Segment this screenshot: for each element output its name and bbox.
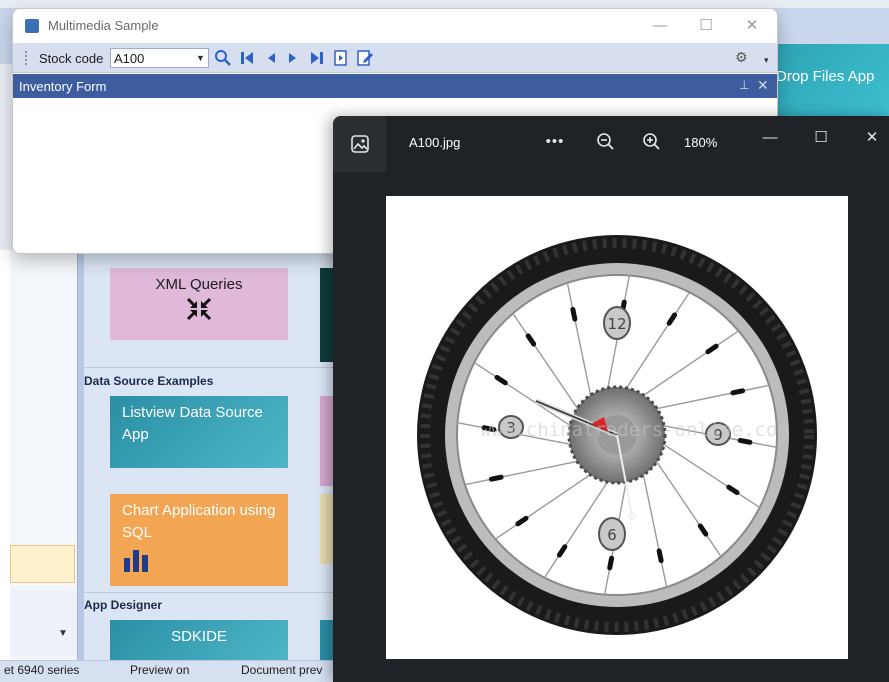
panel-title: Inventory Form [19,79,107,94]
nav-combo[interactable] [10,590,77,656]
new-record-icon[interactable] [331,48,351,68]
zoom-in-icon[interactable] [640,130,662,154]
spoke-nipple [607,555,615,571]
chevron-down-icon[interactable]: ▼ [196,53,205,63]
svg-text:12: 12 [607,315,626,333]
photos-viewer-window: A100.jpg ••• 180% — ☐ ✕ 12 3 6 9 www.chi… [333,116,889,682]
toolbar: Stock code ▼ ⚙ ▾ [13,43,777,73]
search-icon[interactable] [213,48,233,68]
previous-record-icon[interactable] [261,48,281,68]
tile-partial[interactable] [320,396,334,486]
zoom-out-icon[interactable] [594,130,616,154]
tile-chart-application[interactable]: Chart Application using SQL [110,494,288,586]
spoke-nipple [730,388,746,396]
tile-label: Chart Application using SQL [122,502,276,541]
zoom-level[interactable]: 180% [684,135,717,150]
wheel-clock-image: 12 3 6 9 www.chinatraders-online.com [417,235,817,635]
image-icon [351,135,369,153]
app-icon [25,19,39,33]
tile-label: XML Queries [155,276,243,293]
file-name: A100.jpg [409,135,461,150]
tile-partial[interactable] [320,494,334,564]
close-icon[interactable]: ✕ [757,77,769,94]
selected-nav-item[interactable] [10,545,75,583]
svg-text:6: 6 [607,526,617,544]
more-options-button[interactable]: ••• [540,130,570,154]
status-document-preview: Document prev [241,663,323,677]
group-header-app-designer: App Designer [84,598,163,612]
maximize-button[interactable]: ☐ [798,124,844,152]
last-record-icon[interactable] [307,48,327,68]
image-gallery-button[interactable] [333,116,386,172]
minimize-button[interactable]: — [747,124,793,152]
close-button[interactable]: ✕ [849,124,889,152]
clock-number-12: 12 [603,306,631,340]
maximize-button[interactable]: ☐ [683,9,729,43]
close-button[interactable]: ✕ [729,9,775,43]
tile-label: SDKIDE [171,628,227,645]
window-title: Multimedia Sample [48,18,159,33]
watermark-text: www.chinatraders-online.com [480,419,789,441]
next-record-icon[interactable] [283,48,303,68]
tile-partial[interactable] [320,268,334,362]
stock-code-label: Stock code [39,51,104,66]
gear-icon[interactable]: ⚙ [735,49,748,66]
toolbar-grip[interactable] [25,51,29,65]
clock-number-6: 6 [598,517,626,551]
collapse-arrows-icon [186,297,212,321]
pin-icon[interactable]: ⊥ [739,78,749,92]
spoke-nipple [656,548,664,564]
first-record-icon[interactable] [237,48,257,68]
chevron-down-icon[interactable]: ▼ [58,628,68,639]
tile-sdkide[interactable]: SDKIDE [110,620,288,660]
group-separator [84,367,334,368]
minimize-button[interactable]: — [637,9,683,43]
chevron-down-icon[interactable]: ▾ [764,55,769,66]
tile-partial[interactable] [320,620,334,660]
tile-xml-queries[interactable]: XML Queries [110,268,288,340]
tile-drop-files-app[interactable]: Drop Files App [770,44,889,116]
tile-label: Drop Files App [776,68,875,85]
group-separator [84,592,334,593]
tile-listview-data-source[interactable]: Listview Data Source App [110,396,288,468]
edit-record-icon[interactable] [355,48,375,68]
stock-code-combo[interactable] [110,48,209,68]
tile-label: Listview Data Source App [122,404,263,443]
title-bar[interactable]: Multimedia Sample — ☐ ✕ [13,9,777,43]
spoke-nipple [570,306,578,322]
status-preview: Preview on [130,663,190,677]
inventory-form-header: Inventory Form ⊥ ✕ [13,74,777,98]
status-printer: et 6940 series [4,663,80,677]
group-header-data-source: Data Source Examples [84,374,214,388]
spoke-nipple [488,474,504,482]
image-canvas: 12 3 6 9 www.chinatraders-online.com [386,196,848,659]
bar-chart-icon [124,550,148,572]
